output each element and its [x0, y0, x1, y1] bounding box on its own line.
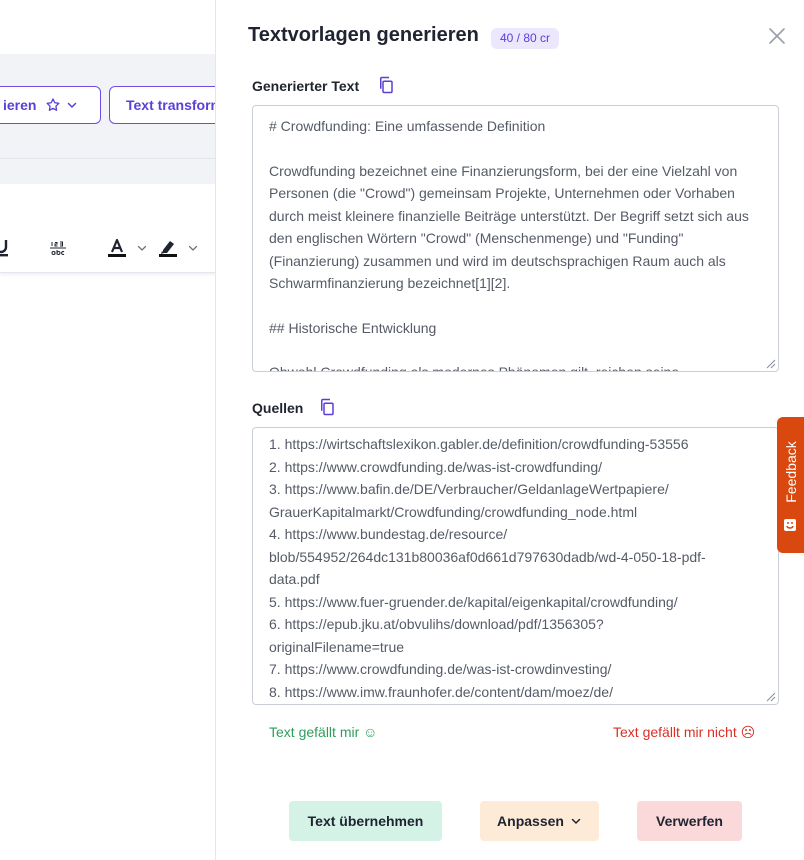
sources-text-area[interactable]: 1. https://wirtschaftslexikon.gabler.de/… — [252, 427, 779, 705]
text-transform-button[interactable]: Text transform — [109, 86, 216, 124]
generated-heading: # Crowdfunding: Eine umfassende Definiti… — [269, 118, 546, 134]
generated-paragraph: Obwohl Crowdfunding als modernes Phänome… — [269, 364, 680, 372]
accept-text-label: Text übernehmen — [307, 813, 424, 829]
background-editor: ieren Text transform — [0, 0, 216, 860]
source-line: 8. https://www.imw.fraunhofer.de/content… — [269, 683, 613, 700]
text-template-panel: Textvorlagen generieren 40 / 80 cr Gener… — [216, 0, 804, 860]
generated-paragraph: Crowdfunding bezeichnet eine Finanzierun… — [269, 162, 753, 292]
generated-subheading: ## Historische Entwicklung — [269, 319, 437, 336]
generate-button-label: ieren — [3, 97, 37, 113]
resize-handle-icon[interactable] — [764, 357, 776, 369]
source-line: 4. https://www.bundestag.de/resource/ — [269, 526, 508, 542]
source-line: blob/554952/264dc131b80036af0d661d797630… — [269, 548, 706, 565]
discard-button[interactable]: Verwerfen — [637, 801, 742, 841]
star-icon — [46, 98, 61, 111]
source-line: data.pdf — [269, 571, 320, 587]
like-text-button[interactable]: Text gefällt mir ☺ — [269, 724, 377, 740]
copy-icon[interactable] — [377, 76, 395, 94]
feedback-icon — [784, 519, 796, 531]
source-line: 3. https://www.bafin.de/DE/Verbraucher/G… — [269, 481, 669, 497]
numbers-letters-button[interactable] — [49, 240, 67, 256]
generated-text-label: Generierter Text — [252, 78, 360, 94]
adjust-label: Anpassen — [497, 813, 564, 829]
highlighter-icon — [159, 241, 177, 257]
source-line: 7. https://www.crowdfunding.de/was-ist-c… — [269, 661, 612, 677]
credits-badge: 40 / 80 cr — [491, 28, 560, 49]
feedback-tab-label: Feedback — [782, 441, 799, 503]
highlight-color-button[interactable] — [159, 238, 199, 258]
font-color-button[interactable] — [108, 238, 148, 258]
underline-icon — [0, 240, 8, 257]
source-line: GrauerKapitalmarkt/Crowdfunding/crowdfun… — [269, 503, 638, 520]
adjust-button[interactable]: Anpassen — [480, 801, 599, 841]
source-line: originalFilename=true — [269, 638, 405, 655]
generated-text-area[interactable]: # Crowdfunding: Eine umfassende Definiti… — [252, 105, 779, 372]
source-line: 1. https://wirtschaftslexikon.gabler.de/… — [269, 436, 689, 452]
underline-button[interactable] — [0, 238, 8, 258]
accept-text-button[interactable]: Text übernehmen — [289, 801, 442, 841]
dislike-text-button[interactable]: Text gefällt mir nicht ☹ — [613, 724, 755, 741]
editor-topbar — [0, 0, 216, 54]
feedback-tab[interactable]: Feedback — [777, 417, 804, 553]
text-transform-button-label: Text transform — [126, 97, 216, 113]
sources-label: Quellen — [252, 400, 304, 416]
copy-icon[interactable] — [318, 398, 336, 416]
numbers-letters-icon — [50, 241, 66, 255]
generate-button[interactable]: ieren — [0, 86, 101, 124]
source-line: 6. https://epub.jku.at/obvulihs/download… — [269, 616, 604, 632]
editor-spacer — [0, 158, 216, 185]
source-line: 5. https://www.fuer-gruender.de/kapital/… — [269, 593, 678, 610]
discard-label: Verwerfen — [656, 813, 723, 829]
source-line: 2. https://www.crowdfunding.de/was-ist-c… — [269, 458, 603, 475]
chevron-down-icon — [571, 818, 581, 824]
chevron-down-icon — [68, 102, 77, 108]
panel-title: Textvorlagen generieren — [248, 24, 479, 46]
chevron-down-icon — [137, 245, 147, 251]
chevron-down-icon — [188, 245, 198, 251]
resize-handle-icon[interactable] — [764, 690, 776, 702]
font-color-icon — [108, 238, 126, 257]
formatting-toolbar — [0, 184, 216, 273]
close-icon[interactable] — [767, 26, 787, 46]
